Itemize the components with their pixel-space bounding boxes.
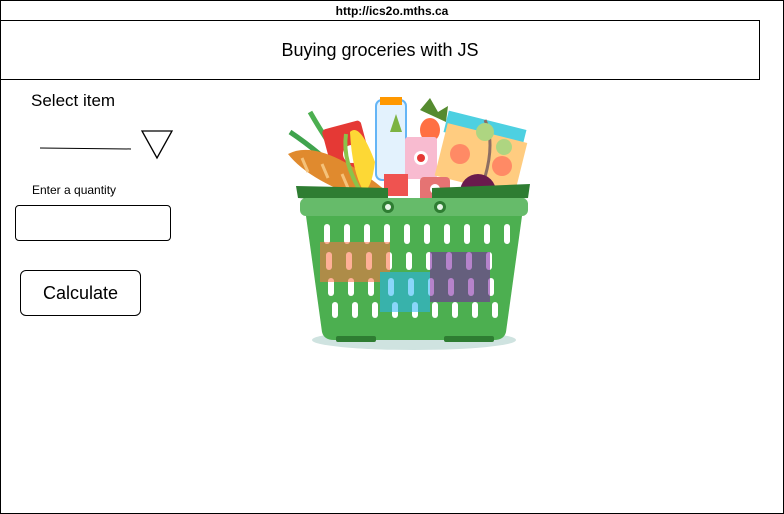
url-text: http://ics2o.mths.ca [335, 4, 449, 18]
calculate-button[interactable]: Calculate [20, 270, 141, 316]
quantity-input[interactable] [15, 205, 171, 241]
select-item-label: Select item [31, 91, 116, 110]
grocery-basket-icon [288, 97, 530, 350]
dropdown-arrow-icon[interactable] [140, 128, 174, 160]
quantity-label: Enter a quantity [32, 183, 117, 197]
page-header: Buying groceries with JS [0, 20, 760, 80]
page-title: Buying groceries with JS [281, 39, 479, 60]
